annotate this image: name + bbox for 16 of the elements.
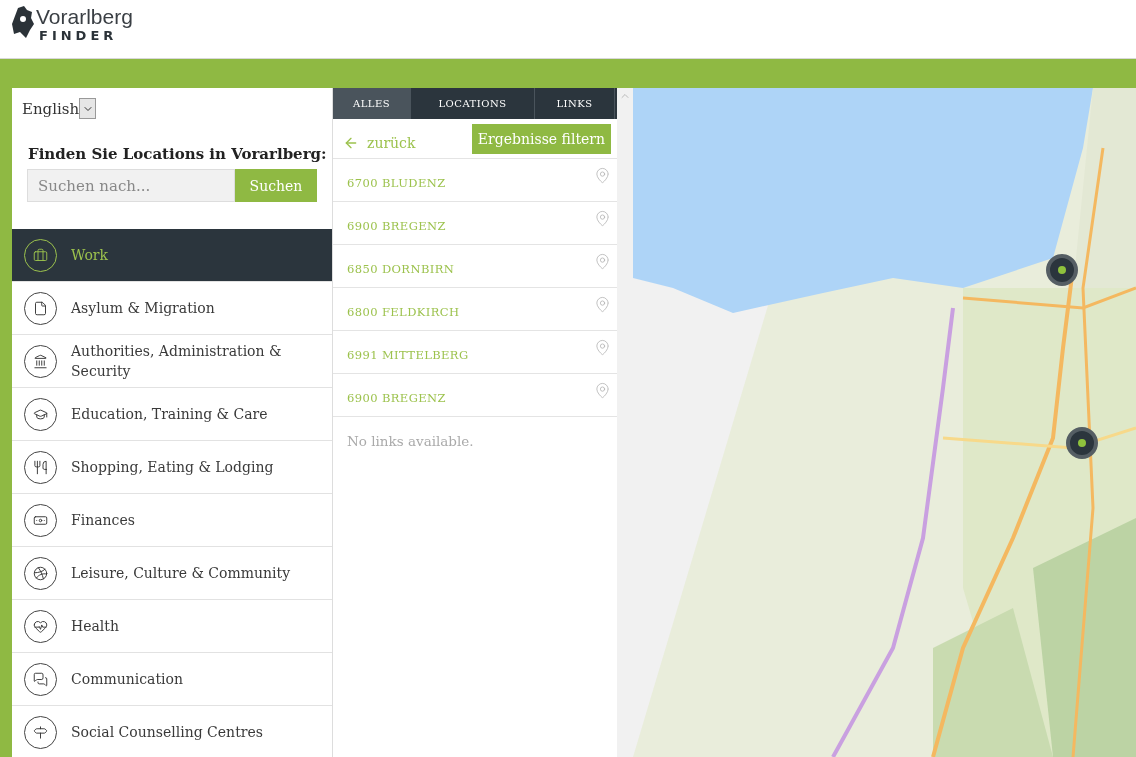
tab[interactable]: ALLES: [333, 88, 411, 119]
search-heading: Finden Sie Locations in Vorarlberg:: [28, 145, 328, 163]
map-pin-icon: [594, 339, 611, 356]
logo-title: Vorarlberg: [36, 6, 133, 27]
map-pin-icon: [594, 210, 611, 227]
empty-message: No links available.: [347, 433, 475, 449]
arrow-left-icon: [343, 135, 359, 151]
map-pin-icon: [594, 296, 611, 313]
search-field[interactable]: Suchen nach...: [27, 169, 235, 202]
map-pin-icon: [594, 253, 611, 270]
logo-icon: [12, 6, 34, 38]
map-pin-icon: [594, 167, 611, 184]
logo-subtitle: FINDER: [39, 29, 119, 42]
language-select[interactable]: English: [22, 98, 97, 119]
category-item[interactable]: Work: [12, 229, 332, 282]
map-pin-icon: [594, 382, 611, 399]
